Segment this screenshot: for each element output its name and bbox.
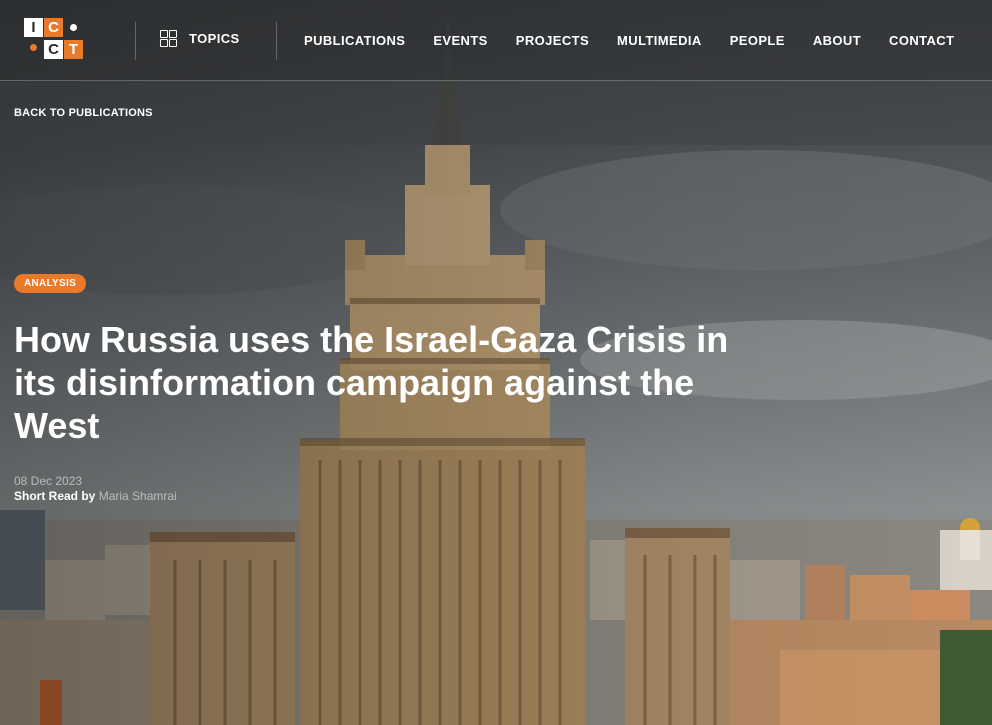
main-menu: PUBLICATIONS EVENTS PROJECTS MULTIMEDIA …	[304, 33, 954, 48]
back-to-publications-link[interactable]: BACK TO PUBLICATIONS	[14, 107, 153, 119]
logo-letter-i: I	[24, 18, 43, 37]
nav-publications[interactable]: PUBLICATIONS	[304, 33, 405, 48]
article-type: Short Read by	[14, 489, 96, 503]
nav-projects[interactable]: PROJECTS	[516, 33, 589, 48]
article-byline: Short Read by Maria Shamrai	[14, 489, 177, 503]
nav-events[interactable]: EVENTS	[433, 33, 487, 48]
article-title: How Russia uses the Israel-Gaza Crisis i…	[14, 319, 729, 446]
nav-divider	[135, 22, 136, 60]
nav-contact[interactable]: CONTACT	[889, 33, 954, 48]
nav-multimedia[interactable]: MULTIMEDIA	[617, 33, 702, 48]
icct-logo[interactable]: I C C T	[24, 18, 88, 62]
grid-icon	[160, 30, 177, 47]
topics-button[interactable]: TOPICS	[160, 30, 240, 47]
logo-dot	[28, 42, 38, 52]
category-badge[interactable]: ANALYSIS	[14, 274, 87, 293]
author-link[interactable]: Maria Shamrai	[99, 489, 177, 503]
topics-label: TOPICS	[189, 31, 240, 46]
logo-letter-c2: C	[44, 40, 63, 59]
logo-letter-c: C	[44, 18, 63, 37]
article-date: 08 Dec 2023	[14, 474, 83, 488]
top-navigation: I C C T TOPICS PUBLICATIONS EVENTS PROJE…	[0, 0, 992, 81]
nav-divider	[276, 22, 277, 60]
nav-about[interactable]: ABOUT	[813, 33, 861, 48]
logo-letter-t: T	[64, 40, 83, 59]
nav-people[interactable]: PEOPLE	[730, 33, 785, 48]
logo-dot	[68, 22, 78, 32]
